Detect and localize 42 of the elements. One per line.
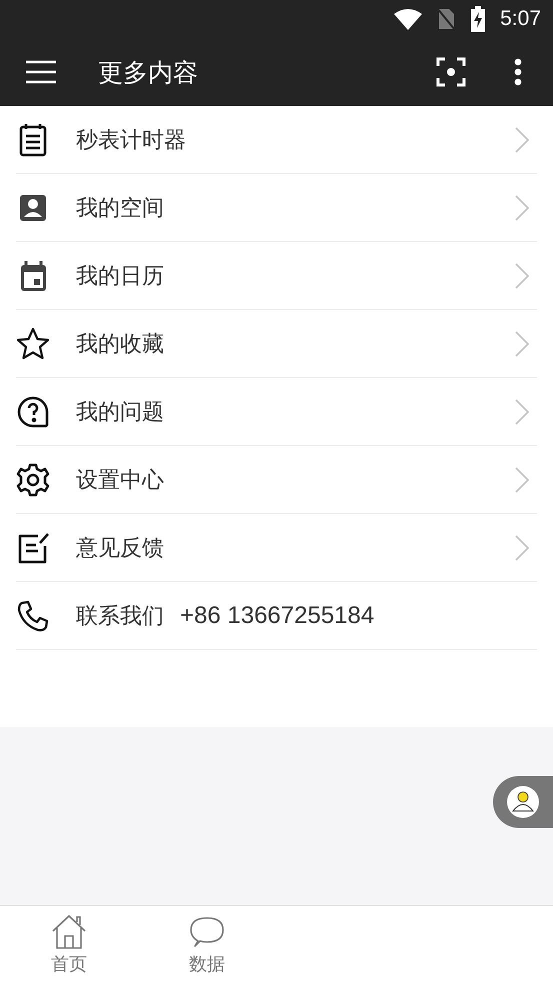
chevron-right-icon: [515, 330, 529, 356]
menu-icon[interactable]: [25, 60, 57, 84]
chevron-right-icon: [515, 194, 529, 220]
menu-item[interactable]: 我的问题: [16, 378, 537, 446]
assistant-button[interactable]: [493, 776, 553, 828]
menu-item[interactable]: 秒表计时器: [16, 106, 537, 174]
item-label: 秒表计时器: [76, 126, 186, 154]
contact-row[interactable]: 联系我们 +86 13667255184: [16, 582, 537, 650]
menu-item[interactable]: 我的日历: [16, 242, 537, 310]
battery-charging-icon: [470, 6, 486, 32]
person-icon: [507, 786, 539, 818]
nav-tab[interactable]: 数据: [138, 906, 276, 983]
chevron-right-icon: [515, 262, 529, 288]
item-label: 设置中心: [76, 466, 164, 494]
menu-item[interactable]: 设置中心: [16, 446, 537, 514]
star-icon: [16, 326, 50, 360]
more-options-icon[interactable]: [514, 58, 522, 86]
wifi-icon: [394, 8, 422, 30]
home-icon: [51, 914, 87, 950]
nav-tab[interactable]: 首页: [0, 906, 138, 983]
edit-note-icon: [16, 530, 50, 564]
item-label: 联系我们: [76, 602, 164, 630]
chevron-right-icon: [515, 126, 529, 152]
item-label: 我的空间: [76, 194, 164, 222]
question-icon: [16, 394, 50, 428]
clock-time: 5:07: [500, 7, 541, 31]
item-label: 我的日历: [76, 262, 164, 290]
no-sim-icon: [436, 7, 456, 31]
item-label: 我的收藏: [76, 330, 164, 358]
chevron-right-icon: [515, 534, 529, 560]
page-title: 更多内容: [98, 56, 199, 88]
phone-icon: [16, 598, 50, 632]
item-label: 意见反馈: [76, 534, 164, 562]
settings-icon: [16, 462, 50, 496]
menu-item[interactable]: 我的收藏: [16, 310, 537, 378]
menu-item[interactable]: 我的空间: [16, 174, 537, 242]
scan-icon[interactable]: [436, 57, 466, 87]
chevron-right-icon: [515, 398, 529, 424]
chevron-right-icon: [515, 466, 529, 492]
menu-item[interactable]: 意见反馈: [16, 514, 537, 582]
item-label: 我的问题: [76, 398, 164, 426]
phone-number[interactable]: +86 13667255184: [180, 602, 374, 630]
